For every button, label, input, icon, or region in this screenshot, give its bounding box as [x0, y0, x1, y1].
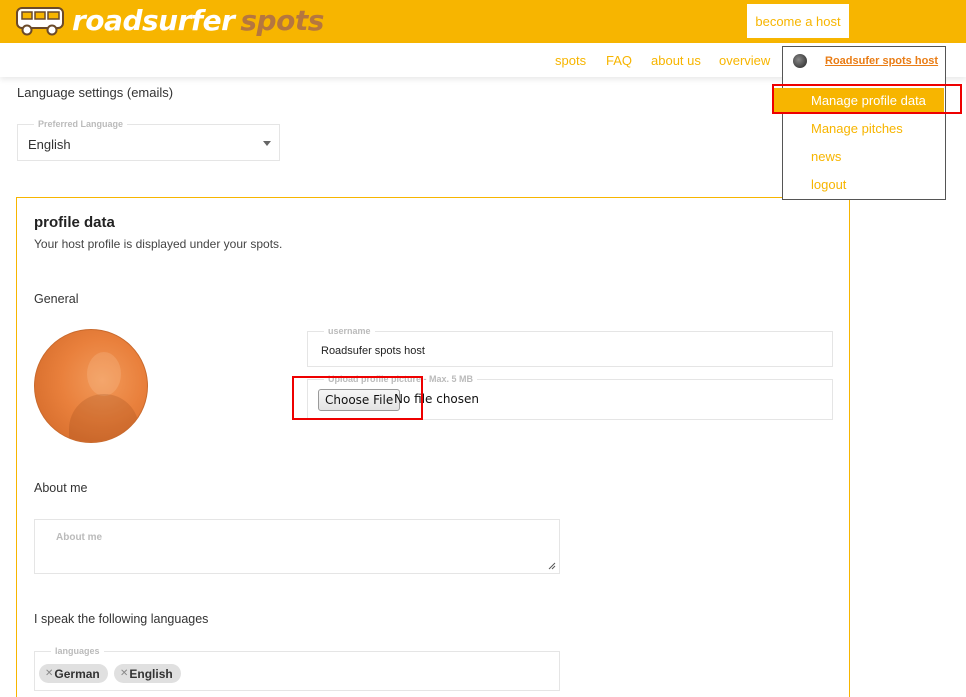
brand-name-part2: spots [240, 4, 324, 37]
choose-file-button[interactable]: Choose File [318, 389, 401, 411]
language-chip-label: English [129, 666, 173, 681]
about-me-section-label: About me [34, 481, 88, 495]
preferred-language-select[interactable]: Preferred Language English [17, 119, 280, 161]
menu-item-manage-profile-data[interactable]: Manage profile data [774, 88, 944, 114]
about-me-placeholder: About me [56, 532, 103, 543]
language-settings-title: Language settings (emails) [17, 85, 174, 100]
nav-link-spots[interactable]: spots [555, 53, 586, 68]
profile-avatar [34, 329, 148, 443]
language-chip-english[interactable]: ✕ English [114, 664, 181, 683]
profile-data-title: profile data [34, 214, 115, 231]
general-section-label: General [34, 292, 79, 306]
profile-data-subtitle: Your host profile is displayed under you… [34, 237, 283, 251]
about-me-textarea[interactable]: About me [34, 519, 560, 574]
brand-name: roadsurfer spots [72, 3, 324, 39]
user-name-link[interactable]: Roadsufer spots host [825, 55, 938, 67]
user-dropdown-menu: Roadsufer spots host Manage profile data… [774, 46, 946, 200]
remove-icon[interactable]: ✕ [120, 668, 128, 679]
language-chip-german[interactable]: ✕ German [39, 664, 108, 683]
menu-item-logout[interactable]: logout [811, 177, 846, 192]
remove-icon[interactable]: ✕ [45, 668, 53, 679]
username-legend: username [324, 326, 375, 336]
languages-section-label: I speak the following languages [34, 612, 209, 626]
brand-name-part1: roadsurfer [72, 4, 235, 37]
become-a-host-button[interactable]: become a host [747, 4, 849, 38]
upload-legend: Upload profile picture - Max. 5 MB [324, 374, 478, 384]
username-field[interactable]: username Roadsufer spots host [307, 326, 833, 367]
preferred-language-value: English [28, 137, 71, 152]
languages-multiselect[interactable]: languages ✕ German ✕ English [34, 646, 560, 691]
brand-logo[interactable]: roadsurfer spots [14, 3, 324, 39]
top-bar: roadsurfer spots become a host [0, 0, 966, 43]
no-file-chosen-text: No file chosen [394, 392, 480, 406]
van-icon [16, 7, 64, 36]
preferred-language-legend: Preferred Language [34, 119, 128, 129]
language-chip-label: German [54, 666, 100, 681]
avatar [793, 54, 807, 68]
profile-picture-upload: Upload profile picture - Max. 5 MB Choos… [307, 374, 833, 420]
profile-data-card: profile data Your host profile is displa… [16, 197, 850, 697]
chevron-down-icon [263, 141, 271, 146]
menu-item-news[interactable]: news [811, 149, 841, 164]
menu-item-manage-pitches[interactable]: Manage pitches [811, 121, 903, 136]
nav-link-overview[interactable]: overview [719, 53, 770, 68]
nav-link-faq[interactable]: FAQ [606, 53, 632, 68]
languages-legend: languages [51, 646, 104, 656]
nav-link-about-us[interactable]: about us [651, 53, 701, 68]
resize-handle-icon[interactable] [548, 562, 556, 570]
user-menu-toggle[interactable]: Roadsufer spots host [793, 54, 938, 68]
username-value: Roadsufer spots host [321, 345, 425, 357]
